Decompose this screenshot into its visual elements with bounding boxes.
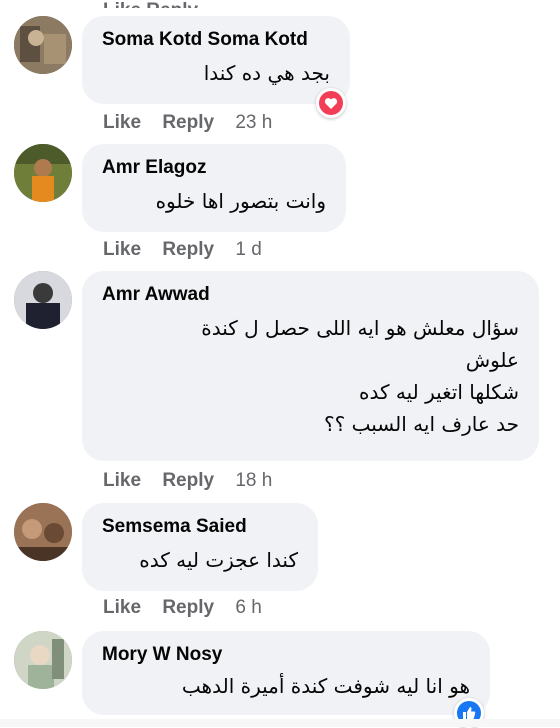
timestamp[interactable]: 18 h	[235, 469, 272, 493]
avatar[interactable]	[14, 631, 72, 689]
previous-comment-actions-cutoff: Like Reply	[103, 0, 198, 8]
avatar[interactable]	[14, 271, 72, 329]
comment-text-line: حد عارف ايه السبب ؟؟	[324, 412, 519, 436]
comment-bubble: Amr Elagoz وانت بتصور اها خلوه	[82, 144, 346, 232]
comment-actions: Like Reply 18 h	[103, 469, 288, 493]
timestamp[interactable]: 6 h	[235, 596, 261, 620]
comment-bubble: Amr Awwad سؤال معلش هو ايه اللى حصل ل كن…	[82, 271, 539, 461]
like-button[interactable]: Like	[103, 238, 141, 262]
avatar[interactable]	[14, 144, 72, 202]
comment-actions: Like Reply 23 h	[103, 111, 288, 135]
comment-text: بجد هي ده كندا	[203, 61, 330, 85]
reply-button[interactable]: Reply	[162, 469, 214, 493]
comment-author[interactable]: Soma Kotd Soma Kotd	[102, 28, 330, 52]
love-reaction-badge[interactable]	[316, 88, 346, 118]
next-actions-cutoff	[0, 719, 560, 727]
reply-button[interactable]: Reply	[162, 238, 214, 262]
comment-bubble: Soma Kotd Soma Kotd بجد هي ده كندا	[82, 16, 350, 104]
timestamp[interactable]: 23 h	[235, 111, 272, 135]
comment-actions: Like Reply 6 h	[103, 596, 278, 620]
comment-text-line: شكلها اتغير ليه كده	[359, 380, 519, 404]
comment-text: كندا عجزت ليه كده	[139, 548, 298, 572]
love-icon	[319, 91, 343, 115]
comment-bubble: Mory W Nosy هو انا ليه شوفت كندة أميرة ا…	[82, 631, 490, 715]
comment-bubble: Semsema Saied كندا عجزت ليه كده	[82, 503, 318, 591]
comment-text-line: سؤال معلش هو ايه اللى حصل ل كندة	[201, 316, 519, 340]
comment-author[interactable]: Mory W Nosy	[102, 643, 470, 667]
comment-author[interactable]: Semsema Saied	[102, 515, 298, 539]
avatar[interactable]	[14, 16, 72, 74]
comment-text-line: علوش	[465, 348, 519, 372]
like-button[interactable]: Like	[103, 111, 141, 135]
like-button[interactable]: Like	[103, 469, 141, 493]
timestamp[interactable]: 1 d	[235, 238, 261, 262]
avatar[interactable]	[14, 503, 72, 561]
comment-author[interactable]: Amr Elagoz	[102, 156, 326, 180]
reply-button[interactable]: Reply	[162, 111, 214, 135]
reply-button[interactable]: Reply	[162, 596, 214, 620]
comment-text: وانت بتصور اها خلوه	[155, 189, 326, 213]
comment-text: هو انا ليه شوفت كندة أميرة الدهب	[181, 674, 470, 698]
like-button[interactable]: Like	[103, 596, 141, 620]
comment-author[interactable]: Amr Awwad	[102, 283, 519, 307]
comment-actions: Like Reply 1 d	[103, 238, 278, 262]
